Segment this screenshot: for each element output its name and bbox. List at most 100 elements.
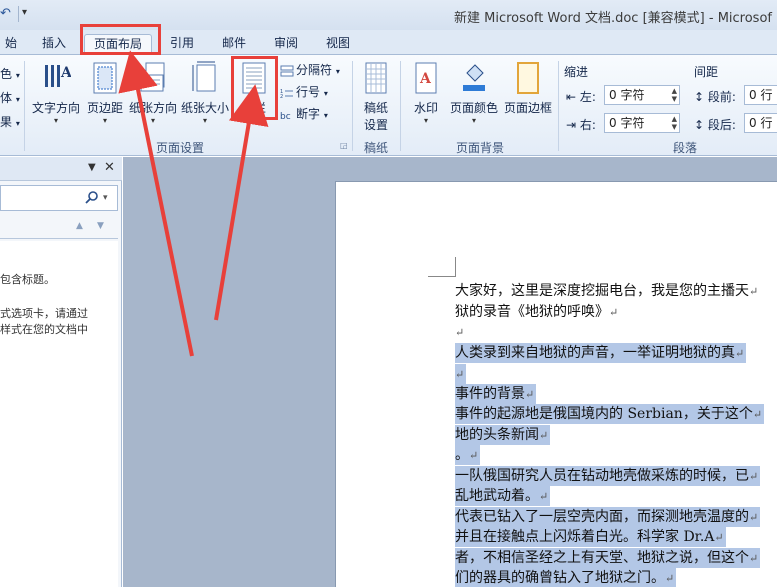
paragraph-mark-icon: ↵ <box>539 429 549 442</box>
next-heading-icon[interactable]: ▼ <box>97 221 104 231</box>
watermark-button[interactable]: A 水印 ▾ <box>408 61 444 126</box>
document-line[interactable]: 大家好，这里是深度挖掘电台，我是您的主播天↵ <box>455 281 758 301</box>
document-line[interactable]: 代表已钻入了一层空壳内面，而探测地壳温度的↵ <box>455 507 761 527</box>
size-button[interactable]: 纸张大小 ▾ <box>180 61 230 126</box>
document-line[interactable]: 乱地武动着。↵ <box>455 486 551 506</box>
paragraph-mark-icon: ↵ <box>749 552 759 565</box>
theme-colors-button[interactable]: 色 ▾ <box>0 65 20 83</box>
svg-text:bc: bc <box>280 112 291 121</box>
dropdown-arrow-icon: ▾ <box>471 116 476 125</box>
document-line-text: 狱的录音《地狱的呼唤》 <box>455 304 609 320</box>
document-line[interactable]: 事件的起源地是俄国境内的 Serbian，关于这个↵ <box>455 404 765 424</box>
margins-button[interactable]: 页边距 ▾ <box>84 61 126 126</box>
document-line[interactable]: 者，不相信圣经之上有天堂、地狱之说，但这个↵ <box>455 548 761 568</box>
document-line-text: 乱地武动着。 <box>455 488 539 504</box>
theme-effects-button[interactable]: 果 ▾ <box>0 113 20 131</box>
tab-home[interactable]: 始 <box>0 34 22 54</box>
paragraph-mark-icon: ↵ <box>609 306 619 319</box>
document-line-text: 地的头条新闻 <box>455 427 539 443</box>
close-icon[interactable]: ✕ <box>104 160 115 175</box>
orientation-button[interactable]: 纸张方向 ▾ <box>128 61 178 126</box>
spacing-after-input[interactable]: 0 行 <box>744 113 777 133</box>
margins-icon <box>93 62 117 94</box>
paint-bucket-icon <box>463 64 485 91</box>
highlight-columns-button <box>231 56 278 120</box>
indent-title: 缩进 <box>564 65 589 79</box>
tab-view[interactable]: 视图 <box>320 34 356 54</box>
page-color-button[interactable]: 页面颜色 ▾ <box>448 61 500 126</box>
dropdown-arrow-icon: ▾ <box>102 116 107 125</box>
undo-icon[interactable]: ↶ <box>0 6 16 22</box>
tab-insert[interactable]: 插入 <box>36 34 72 54</box>
text-direction-button[interactable]: A 文字方向 ▾ <box>30 61 82 126</box>
svg-text:A: A <box>419 71 432 87</box>
document-line[interactable]: 狱的录音《地狱的呼唤》↵ <box>455 302 618 322</box>
dropdown-arrow-icon: ▾ <box>150 116 155 125</box>
document-line[interactable]: 事件的背景↵ <box>455 384 537 404</box>
page-borders-button[interactable]: 页面边框 <box>502 61 554 116</box>
paper-size-icon <box>192 61 216 92</box>
document-line[interactable]: ↵ <box>455 364 467 384</box>
ribbon: 色 ▾ 体 ▾ 果 ▾ A 文字方向 ▾ 页边距 ▾ 纸张方向 ▾ 纸张大小 ▾… <box>0 54 777 156</box>
group-label-page-setup: 页面设置 <box>155 141 204 155</box>
search-dropdown-icon[interactable]: ▾ <box>103 193 108 203</box>
tab-references[interactable]: 引用 <box>164 34 200 54</box>
group-label-draft: 稿纸 <box>363 141 388 155</box>
group-separator <box>24 61 25 151</box>
indent-right-icon: ⇥ <box>566 118 577 132</box>
theme-fonts-button[interactable]: 体 ▾ <box>0 89 20 107</box>
dropdown-arrow-icon: ▾ <box>53 116 58 125</box>
document-line-text: 。 <box>455 447 469 463</box>
document-line[interactable]: 并且在接触点上闪烁着白光。科学家 Dr.A↵ <box>455 527 726 547</box>
document-line-text: 事件的背景 <box>455 386 525 402</box>
document-line[interactable]: 人类录到来自地狱的声音，一举证明地狱的真↵ <box>455 343 747 363</box>
qat-dropdown-icon[interactable]: ▾ <box>22 7 27 18</box>
document-line[interactable]: 一队俄国研究人员在钻动地壳做采炼的时候，已↵ <box>455 466 761 486</box>
spacing-after-label: ↕ 段后: <box>694 118 736 132</box>
margin-corner-mark <box>428 257 456 277</box>
nav-search-input[interactable]: ▾ <box>0 185 118 211</box>
line-numbers-button[interactable]: 1 2 行号 ▾ <box>280 83 328 101</box>
group-separator <box>400 61 401 151</box>
document-line[interactable]: 们的器具的确曾钻入了地狱之门。↵ <box>455 568 677 587</box>
spinner-arrows-icon[interactable]: ▲ ▼ <box>672 87 677 103</box>
paragraph-mark-icon: ↵ <box>735 347 745 360</box>
indent-left-icon: ⇤ <box>566 90 577 104</box>
hyphenation-button[interactable]: bc 断字 ▾ <box>280 105 328 123</box>
document-line-text: 代表已钻入了一层空壳内面，而探测地壳温度的 <box>455 509 749 525</box>
nav-pane-header: ▼ ✕ <box>0 157 122 181</box>
dialog-launcher-icon[interactable]: ◲ <box>340 141 348 150</box>
breaks-button[interactable]: 分隔符 ▾ <box>280 61 340 79</box>
indent-right-input[interactable]: 0 字符 ▲ ▼ <box>604 113 680 133</box>
spacing-before-input[interactable]: 0 行 <box>744 85 777 105</box>
paragraph-mark-icon: ↵ <box>455 368 465 381</box>
document-line[interactable]: ↵ <box>455 322 464 342</box>
nav-pane-menu-icon[interactable]: ▼ <box>88 162 96 173</box>
draft-paper-button[interactable]: 稿纸 设置 <box>356 61 396 133</box>
nav-pane-tabs: ▲ ▼ <box>0 217 118 239</box>
indent-left-input[interactable]: 0 字符 ▲ ▼ <box>604 85 680 105</box>
svg-text:2: 2 <box>280 94 283 99</box>
spinner-arrows-icon[interactable]: ▲ ▼ <box>672 115 677 131</box>
paragraph-mark-icon: ↵ <box>665 572 675 585</box>
tab-review[interactable]: 审阅 <box>268 34 304 54</box>
group-separator <box>352 61 353 151</box>
page-borders-icon <box>517 62 539 94</box>
tab-mailings[interactable]: 邮件 <box>216 34 252 54</box>
paragraph-mark-icon: ↵ <box>455 326 465 339</box>
spacing-before-label: ↕ 段前: <box>694 90 736 104</box>
nav-pane-text-line: 式选项卡，请通过 <box>0 307 88 320</box>
nav-pane-text-line: 样式在您的文档中 <box>0 323 88 336</box>
group-label-paragraph: 段落 <box>672 141 697 155</box>
nav-pane-body: 包含标题。 式选项卡，请通过 样式在您的文档中 <box>0 241 118 587</box>
breaks-icon <box>280 65 294 76</box>
document-line[interactable]: 。↵ <box>455 445 481 465</box>
search-icon[interactable] <box>85 190 99 204</box>
document-line-text: 人类录到来自地狱的声音，一举证明地狱的真 <box>455 345 735 361</box>
dropdown-arrow-icon: ▾ <box>423 116 428 125</box>
indent-right-label: ⇥ 右: <box>566 118 596 132</box>
document-line-text: 者，不相信圣经之上有天堂、地狱之说，但这个 <box>455 550 749 566</box>
paragraph-mark-icon: ↵ <box>525 388 535 401</box>
previous-heading-icon[interactable]: ▲ <box>76 221 83 231</box>
document-line[interactable]: 地的头条新闻↵ <box>455 425 551 445</box>
